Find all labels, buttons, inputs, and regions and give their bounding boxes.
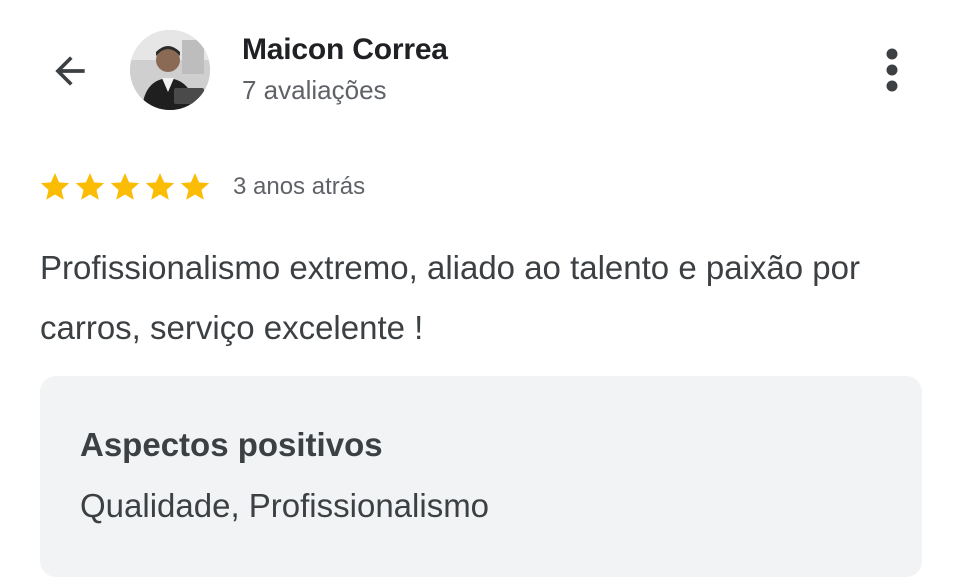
reviewer-name[interactable]: Maicon Correa — [242, 33, 448, 67]
review-screen: Maicon Correa 7 avaliações 3 anos atrás … — [0, 0, 960, 585]
positive-aspects-card: Aspectos positivos Qualidade, Profission… — [40, 376, 922, 577]
arrow-left-icon — [55, 56, 85, 86]
star-rating — [38, 170, 213, 204]
aspects-title: Aspectos positivos — [80, 426, 383, 463]
rating-row: 3 anos atrás — [38, 169, 365, 205]
star-icon — [40, 173, 70, 200]
star-icon — [180, 173, 210, 200]
aspects-values: Qualidade, Profissionalismo — [80, 487, 490, 524]
review-date: 3 anos atrás — [233, 173, 366, 200]
back-button[interactable] — [40, 44, 100, 98]
avatar-photo — [130, 30, 210, 110]
more-vert-icon — [886, 48, 898, 92]
avatar[interactable] — [130, 30, 210, 110]
star-icon — [110, 173, 140, 200]
review-count: 7 avaliações — [242, 75, 387, 105]
star-icon — [75, 173, 105, 200]
star-icon — [145, 173, 175, 200]
review-text: Profissionalismo extremo, aliado ao tale… — [40, 249, 860, 346]
more-options-button[interactable] — [866, 40, 918, 100]
